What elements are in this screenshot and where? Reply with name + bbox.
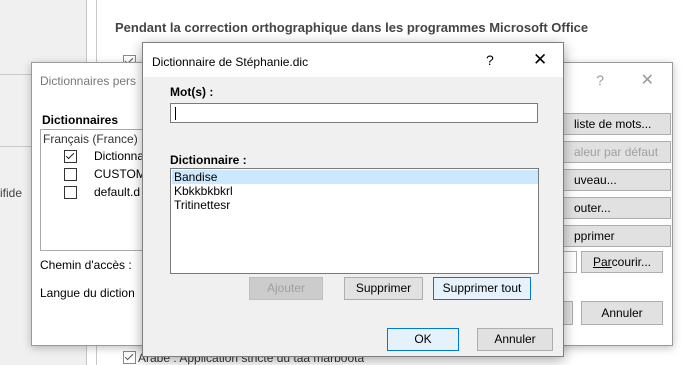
ok-button[interactable]: OK (387, 328, 459, 351)
word-list-item[interactable]: Tritinettesr (172, 198, 538, 212)
dictionary-row[interactable]: CUSTOM. (43, 166, 150, 184)
divider-line (0, 146, 31, 147)
dictionary-row[interactable]: default.d (43, 184, 149, 202)
dialog-title: Dictionnaire de Stéphanie.dic (152, 55, 309, 69)
dictionary-label: Dictionnaire : (170, 153, 247, 167)
dictionary-edit-dialog: Dictionnaire de Stéphanie.dic ? ✕ Mot(s)… (142, 42, 564, 357)
help-icon[interactable]: ? (596, 72, 604, 88)
edit-word-list-button[interactable]: liste de mots... (561, 113, 671, 135)
word-list-item[interactable]: Kbkkbkbkrl (172, 184, 538, 198)
cancel-button[interactable]: Annuler (581, 301, 663, 325)
dictionary-language-label: Langue du diction (40, 286, 135, 300)
close-icon[interactable]: ✕ (641, 70, 654, 90)
help-icon[interactable]: ? (486, 52, 494, 68)
cancel-button[interactable]: Annuler (477, 328, 553, 351)
dictionary-row[interactable]: Dictionna (43, 148, 149, 166)
change-default-button[interactable]: aleur par défaut (561, 141, 671, 163)
text-caret (175, 107, 176, 120)
section-heading: Pendant la correction orthographique dan… (115, 20, 589, 35)
dictionary-checkbox[interactable] (64, 168, 77, 181)
dictionaries-label: Dictionnaires (42, 113, 119, 127)
new-dictionary-button[interactable]: uveau... (561, 169, 671, 191)
dictionary-name: CUSTOM. (94, 167, 150, 181)
word-list-item[interactable]: Bandise (172, 170, 538, 184)
option-checkbox[interactable] (123, 351, 136, 364)
side-text: ifide (0, 186, 23, 200)
language-group-label: Français (France) (43, 132, 138, 146)
words-label: Mot(s) : (170, 85, 214, 99)
browse-button[interactable]: Parcourir... (581, 251, 663, 273)
add-dictionary-button[interactable]: outer... (561, 197, 671, 219)
delete-word-button[interactable]: Supprimer (344, 277, 423, 300)
dictionary-name: Dictionna (94, 149, 145, 163)
dictionary-checkbox[interactable] (64, 186, 77, 199)
words-input[interactable] (170, 103, 538, 123)
dictionaries-list[interactable]: Français (France) Dictionna CUSTOM. defa… (40, 129, 150, 251)
divider-line (0, 74, 31, 75)
path-label: Chemin d'accès : (40, 258, 132, 272)
delete-all-button[interactable]: Supprimer tout (433, 277, 531, 300)
dictionary-name: default.d (94, 185, 141, 199)
close-icon[interactable]: ✕ (533, 50, 547, 70)
add-word-button[interactable]: Ajouter (249, 277, 323, 300)
dialog-title: Dictionnaires pers (40, 74, 137, 88)
dictionary-word-list[interactable]: Bandise Kbkkbkbkrl Tritinettesr (170, 168, 539, 274)
dictionary-checkbox[interactable] (64, 150, 77, 163)
remove-dictionary-button[interactable]: pprimer (561, 225, 671, 247)
